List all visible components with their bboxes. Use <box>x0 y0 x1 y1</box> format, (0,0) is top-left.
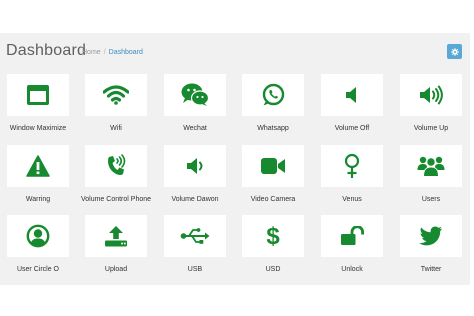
icon-label: Warring <box>25 196 51 203</box>
icon-tile-usd[interactable]: $ <box>242 215 304 257</box>
icon-tile-venus[interactable] <box>321 145 383 187</box>
icon-label: Wifi <box>110 125 122 132</box>
volume-down-icon <box>186 156 204 176</box>
icon-label: Volume Up <box>413 125 449 132</box>
whatsapp-icon <box>261 83 285 107</box>
icon-label: USD <box>265 266 281 273</box>
wechat-icon <box>181 83 209 107</box>
icon-label: Volume Control Phone <box>80 196 152 203</box>
user-circle-icon <box>26 224 50 248</box>
icon-tile-wechat[interactable] <box>164 74 226 116</box>
icon-label: Whatsapp <box>257 125 289 132</box>
usd-icon: $ <box>265 223 281 249</box>
window-maximize-icon <box>26 84 50 106</box>
users-icon <box>417 155 445 177</box>
icon-tile-volume-up[interactable] <box>400 74 462 116</box>
icon-tile-users[interactable] <box>400 145 462 187</box>
page: Dashboard Home/Dashboard Window Maximi <box>0 0 474 316</box>
venus-icon <box>344 153 360 179</box>
icon-label: Venus <box>342 196 362 203</box>
volume-off-icon <box>345 85 359 105</box>
usb-icon <box>180 227 210 245</box>
icon-tile-volume-control-phone[interactable] <box>85 145 147 187</box>
icon-tile-window-maximize[interactable] <box>7 74 69 116</box>
icon-tile-user-circle[interactable] <box>7 215 69 257</box>
icon-tile-twitter[interactable] <box>400 215 462 257</box>
upload-icon <box>104 225 128 247</box>
wifi-icon <box>103 85 129 105</box>
icon-tile-warning[interactable] <box>7 145 69 187</box>
icon-tile-upload[interactable] <box>85 215 147 257</box>
icon-label: Volume Dawon <box>171 196 219 203</box>
twitter-icon <box>419 226 443 246</box>
unlock-icon <box>340 226 364 246</box>
dashboard-panel: Dashboard Home/Dashboard Window Maximi <box>0 33 470 285</box>
icon-tile-video-camera[interactable] <box>242 145 304 187</box>
icon-label: Wechat <box>183 125 207 132</box>
volume-control-phone-icon <box>105 154 127 178</box>
icon-label: USB <box>187 266 203 273</box>
icon-label: Unlock <box>341 266 363 273</box>
svg-text:$: $ <box>266 223 280 249</box>
icon-tile-volume-down[interactable] <box>164 145 226 187</box>
icon-label: Volume Off <box>334 125 370 132</box>
icon-tile-unlock[interactable] <box>321 215 383 257</box>
icon-label: User Circle O <box>16 266 59 273</box>
icon-tile-volume-off[interactable] <box>321 74 383 116</box>
icon-label: Window Maximize <box>9 125 67 132</box>
icon-tile-wifi[interactable] <box>85 74 147 116</box>
warning-icon <box>26 155 50 177</box>
icon-tile-whatsapp[interactable] <box>242 74 304 116</box>
icon-grid: Window Maximize Wifi Wechat Whatsapp Volume … <box>0 33 470 285</box>
icon-label: Upload <box>104 266 128 273</box>
icon-label: Users <box>421 196 441 203</box>
video-camera-icon <box>260 157 286 175</box>
volume-up-icon <box>419 85 443 105</box>
icon-tile-usb[interactable] <box>164 215 226 257</box>
icon-label: Twitter <box>420 266 442 273</box>
icon-label: Video Camera <box>250 196 296 203</box>
